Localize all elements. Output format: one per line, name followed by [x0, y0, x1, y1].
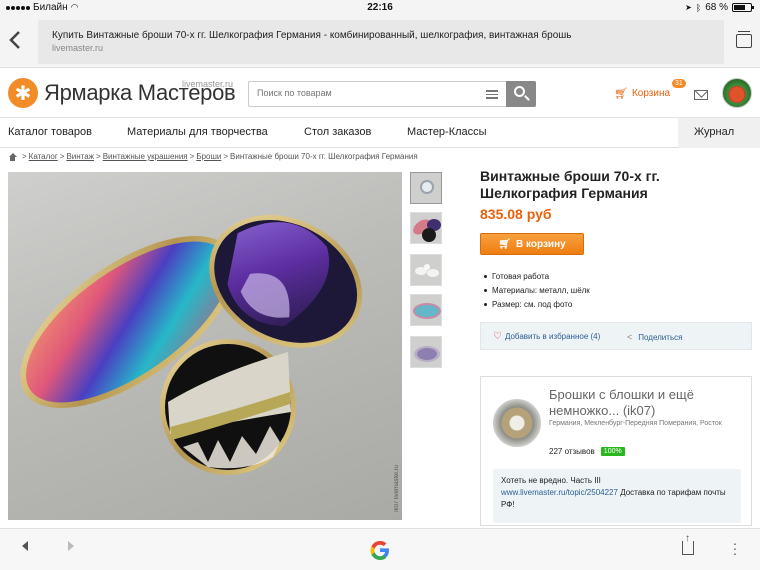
breadcrumb-separator: >: [22, 152, 27, 161]
more-vertical-icon[interactable]: · · ·: [732, 536, 738, 560]
nav-catalog[interactable]: Каталог товаров: [8, 126, 92, 138]
rating-badge: 100%: [600, 447, 625, 456]
search-input[interactable]: [257, 88, 477, 98]
tabs-button[interactable]: [736, 31, 752, 48]
cart-icon: 🛒︎: [614, 88, 628, 100]
shop-announcement: Хотеть не вредно. Часть III www.livemast…: [493, 469, 741, 523]
breadcrumb-brooches[interactable]: Броши: [196, 152, 221, 161]
google-icon[interactable]: [367, 537, 393, 563]
breadcrumb-vintage[interactable]: Винтаж: [66, 152, 94, 161]
browser-bar: Купить Винтажные броши 70-х гг. Шелкогра…: [0, 16, 760, 68]
search-icon: [514, 86, 525, 97]
page-title: Купить Винтажные броши 70-х гг. Шелкогра…: [52, 30, 572, 41]
status-bar: Билайн ◠ 22:16 ➤ ᛒ 68 %: [0, 0, 760, 16]
nav-masterclasses[interactable]: Мастер-Классы: [407, 126, 487, 138]
battery-percent: 68 %: [705, 2, 728, 13]
shop-name[interactable]: Брошки с блошки и ещё немножко... (ik07): [549, 387, 745, 419]
feature-item: Готовая работа: [484, 272, 590, 281]
add-to-cart-button[interactable]: 🛒︎ В корзину: [480, 233, 584, 255]
photo-watermark: ik07 livemaster.ru: [394, 465, 400, 512]
reviews-count[interactable]: 227 отзывов: [549, 447, 595, 456]
product-title: Винтажные броши 70-х гг. Шелкография Гер…: [480, 168, 660, 201]
breadcrumb: > Каталог > Винтаж > Винтажные украшения…: [8, 152, 418, 161]
search-box: [248, 81, 536, 107]
cart-icon: 🛒︎: [498, 238, 511, 250]
address-bar[interactable]: Купить Винтажные броши 70-х гг. Шелкогра…: [38, 20, 724, 64]
breadcrumb-separator: >: [96, 152, 101, 161]
site-header: Ярмарка Мастеров livemaster.ru 🛒︎ Корзин…: [0, 68, 760, 118]
brooches-image: [20, 215, 363, 475]
home-icon[interactable]: [8, 152, 17, 161]
thumbnail-5[interactable]: [410, 336, 442, 368]
browser-toolbar: ···: [0, 528, 760, 570]
shop-card: Брошки с блошки и ещё немножко... (ik07)…: [480, 376, 752, 526]
shop-location: Германия, Мекленбург-Передняя Померания,…: [549, 420, 722, 427]
breadcrumb-separator: >: [189, 152, 195, 161]
status-right: ➤ ᛒ 68 %: [685, 2, 754, 13]
add-to-favorites-button[interactable]: ♡ Добавить в избранное (4): [493, 330, 601, 342]
cart-button[interactable]: 🛒︎ Корзина 31: [614, 79, 686, 100]
nav-forward-button[interactable]: [68, 541, 76, 555]
thumbnail-1[interactable]: [410, 172, 442, 204]
breadcrumb-catalog[interactable]: Каталог: [29, 152, 58, 161]
breadcrumb-vintage-jewelry[interactable]: Винтажные украшения: [103, 152, 188, 161]
back-button[interactable]: [8, 30, 28, 54]
thumbnail-3[interactable]: [410, 254, 442, 286]
bluetooth-icon: ᛒ: [695, 2, 702, 13]
product-photo[interactable]: ik07 livemaster.ru: [8, 172, 402, 520]
announcement-link[interactable]: www.livemaster.ru/topic/2504227: [501, 488, 618, 497]
breadcrumb-separator: >: [59, 152, 65, 161]
favorites-label: Добавить в избранное (4): [504, 332, 601, 341]
search-button[interactable]: [506, 81, 536, 107]
clock: 22:16: [367, 2, 393, 13]
nav-journal[interactable]: Журнал: [678, 118, 760, 148]
share-label: Поделиться: [638, 332, 683, 342]
feature-item: Материалы: металл, шёлк: [484, 286, 590, 295]
location-icon: ➤: [685, 3, 692, 12]
chevron-left-icon: [9, 31, 20, 49]
add-to-cart-label: В корзину: [516, 238, 566, 250]
nav-materials[interactable]: Материалы для творчества: [127, 126, 268, 138]
product-price: 835.08 руб: [480, 206, 552, 222]
heart-icon: ♡: [493, 330, 502, 342]
shop-reviews: 227 отзывов 100%: [549, 447, 625, 456]
shop-avatar[interactable]: [493, 399, 541, 447]
user-avatar[interactable]: [722, 78, 752, 108]
product-actions: ♡ Добавить в избранное (4) < Поделиться: [480, 322, 752, 350]
thumbnail-4[interactable]: [410, 294, 442, 326]
nav-orders[interactable]: Стол заказов: [304, 126, 371, 138]
page-domain: livemaster.ru: [52, 43, 104, 53]
cart-count-badge: 31: [672, 79, 686, 88]
announcement-title: Хотеть не вредно. Часть III: [501, 476, 601, 485]
main-nav: Каталог товаров Материалы для творчества…: [0, 118, 760, 148]
breadcrumb-current: Винтажные броши 70-х гг. Шелкография Гер…: [230, 152, 418, 161]
product-features: Готовая работа Материалы: металл, шёлк Р…: [484, 272, 590, 314]
nav-back-button[interactable]: [22, 541, 30, 555]
logo-icon: [8, 78, 38, 108]
share-icon[interactable]: [682, 533, 694, 555]
share-icon: <: [627, 332, 633, 342]
breadcrumb-separator: >: [223, 152, 229, 161]
cart-label: Корзина: [631, 88, 671, 99]
battery-icon: [732, 3, 754, 12]
feature-item: Размер: см. под фото: [484, 300, 590, 309]
mail-icon[interactable]: [694, 90, 708, 100]
thumbnail-2[interactable]: [410, 212, 442, 244]
list-icon[interactable]: [486, 90, 498, 99]
logo-domain: livemaster.ru: [182, 79, 234, 89]
share-button[interactable]: < Поделиться: [627, 332, 682, 342]
